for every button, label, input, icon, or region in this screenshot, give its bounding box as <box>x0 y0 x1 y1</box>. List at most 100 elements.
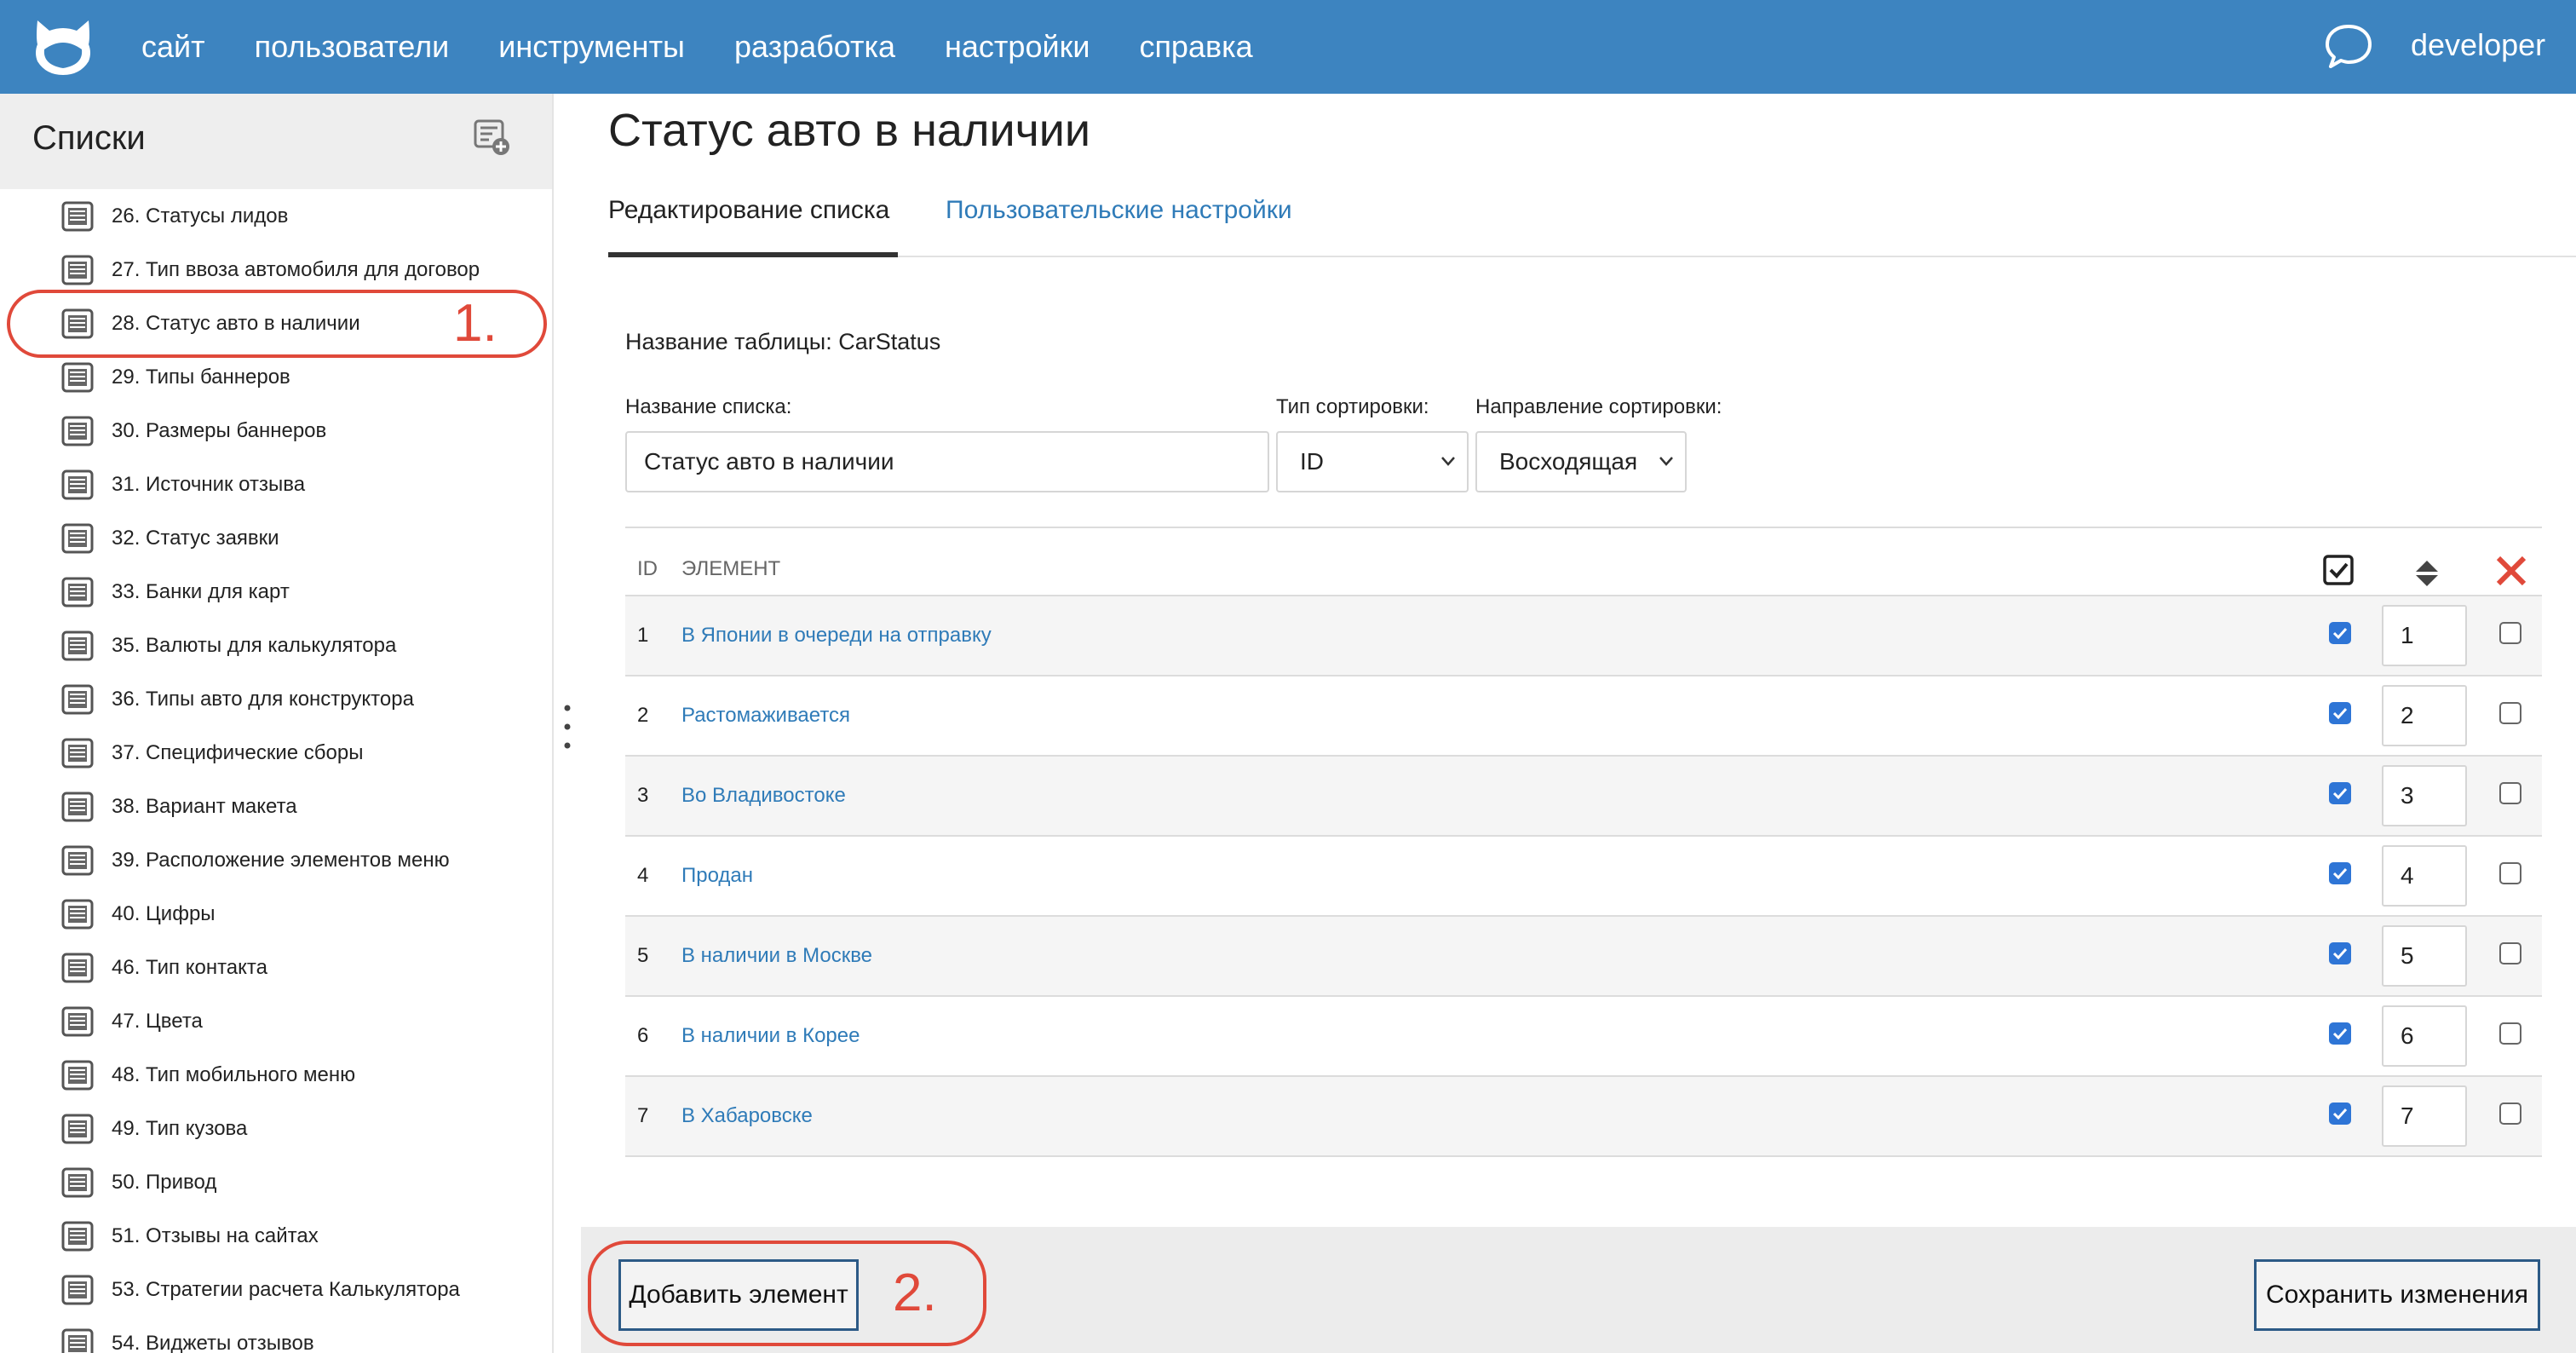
sidebar-list-item[interactable]: 26. Статусы лидов <box>0 189 552 243</box>
active-checkbox[interactable] <box>2329 942 2351 964</box>
sort-order-input[interactable]: 3 <box>2382 765 2467 826</box>
active-checkbox[interactable] <box>2329 702 2351 724</box>
sidebar-list-item[interactable]: 32. Статус заявки <box>0 511 552 565</box>
row-id: 3 <box>637 784 649 807</box>
sort-order-input[interactable]: 1 <box>2382 605 2467 666</box>
save-changes-button[interactable]: Сохранить изменения <box>2254 1259 2540 1331</box>
row-element-link[interactable]: Во Владивостоке <box>681 784 846 808</box>
sidebar-title: Списки <box>32 119 146 157</box>
active-checkbox[interactable] <box>2329 782 2351 804</box>
sidebar-item-label: 33. Банки для карт <box>112 580 290 603</box>
sidebar-list-item[interactable]: 37. Специфические сборы <box>0 726 552 780</box>
sidebar-list-item[interactable]: 50. Привод <box>0 1155 552 1209</box>
sort-arrows-icon[interactable] <box>2414 559 2440 588</box>
top-navbar: сайт пользователи инструменты разработка… <box>0 0 2576 94</box>
sort-type-select[interactable]: ID <box>1276 431 1469 492</box>
sidebar-list-item[interactable]: 48. Тип мобильного меню <box>0 1048 552 1102</box>
delete-x-icon[interactable] <box>2494 554 2528 588</box>
delete-checkbox[interactable] <box>2499 782 2521 804</box>
sidebar-list-item[interactable]: 38. Вариант макета <box>0 780 552 833</box>
delete-checkbox[interactable] <box>2499 942 2521 964</box>
sidebar-list-item[interactable]: 49. Тип кузова <box>0 1102 552 1155</box>
sidebar-item-label: 53. Стратегии расчета Калькулятора <box>112 1278 460 1301</box>
table-row: 4 Продан 4 <box>625 835 2542 915</box>
checkmark-icon <box>2332 1028 2348 1040</box>
delete-checkbox[interactable] <box>2499 702 2521 724</box>
row-element-link[interactable]: В Японии в очереди на отправку <box>681 624 992 648</box>
sidebar-list-item[interactable]: 30. Размеры баннеров <box>0 404 552 458</box>
list-icon <box>61 416 94 446</box>
list-icon <box>61 684 94 715</box>
row-id: 2 <box>637 704 649 727</box>
add-list-icon[interactable] <box>474 119 511 157</box>
sidebar-list-item[interactable]: 51. Отзывы на сайтах <box>0 1209 552 1263</box>
nav-item-site[interactable]: сайт <box>141 29 205 65</box>
list-icon <box>61 1114 94 1144</box>
sidebar-list-item[interactable]: 33. Банки для карт <box>0 565 552 619</box>
list-name-label: Название списка: <box>625 395 792 418</box>
sidebar-item-label: 54. Виджеты отзывов <box>112 1332 314 1353</box>
tab-edit-list[interactable]: Редактирование списка <box>608 194 898 257</box>
tabs: Редактирование списка Пользовательские н… <box>608 194 2576 257</box>
sidebar-list-item[interactable]: 39. Расположение элементов меню <box>0 833 552 887</box>
tab-user-settings[interactable]: Пользовательские настройки <box>946 194 1292 257</box>
row-element-link[interactable]: В Хабаровске <box>681 1104 813 1128</box>
sort-order-input[interactable]: 5 <box>2382 925 2467 987</box>
sidebar-item-label: 38. Вариант макета <box>112 795 297 818</box>
sidebar-list-item[interactable]: 54. Виджеты отзывов <box>0 1316 552 1353</box>
column-header-element: ЭЛЕМЕНТ <box>681 557 781 580</box>
sort-order-input[interactable]: 4 <box>2382 845 2467 907</box>
delete-checkbox[interactable] <box>2499 622 2521 644</box>
row-element-link[interactable]: В наличии в Москве <box>681 944 872 968</box>
row-element-link[interactable]: В наличии в Корее <box>681 1024 860 1048</box>
row-element-link[interactable]: Растомаживается <box>681 704 850 728</box>
chevron-down-icon <box>1659 457 1673 466</box>
row-element-link[interactable]: Продан <box>681 864 753 888</box>
sidebar-list-item[interactable]: 47. Цвета <box>0 994 552 1048</box>
sidebar-item-label: 40. Цифры <box>112 902 216 925</box>
list-icon <box>61 577 94 607</box>
sidebar-list-item[interactable]: 31. Источник отзыва <box>0 458 552 511</box>
list-icon <box>61 255 94 285</box>
sort-order-input[interactable]: 2 <box>2382 685 2467 746</box>
sidebar-list-item[interactable]: 53. Стратегии расчета Калькулятора <box>0 1263 552 1316</box>
list-icon <box>61 845 94 876</box>
sidebar-list-item[interactable]: 29. Типы баннеров <box>0 350 552 404</box>
sidebar-item-label: 35. Валюты для калькулятора <box>112 634 397 657</box>
table-row: 7 В Хабаровске 7 <box>625 1075 2542 1155</box>
delete-checkbox[interactable] <box>2499 1103 2521 1125</box>
sidebar-list-item[interactable]: 36. Типы авто для конструктора <box>0 672 552 726</box>
sort-direction-select[interactable]: Восходящая <box>1475 431 1687 492</box>
list-name-input[interactable]: Статус авто в наличии <box>625 431 1269 492</box>
sidebar-list-item[interactable]: 27. Тип ввоза автомобиля для договор <box>0 243 552 297</box>
checkbox-checked-icon[interactable] <box>2322 554 2355 586</box>
nav-item-users[interactable]: пользователи <box>255 29 450 65</box>
sort-order-input[interactable]: 7 <box>2382 1085 2467 1147</box>
annotation-step-2: 2. <box>893 1264 937 1322</box>
sidebar-item-label: 27. Тип ввоза автомобиля для договор <box>112 258 480 281</box>
active-checkbox[interactable] <box>2329 1022 2351 1045</box>
list-icon <box>61 738 94 769</box>
sidebar-list-item[interactable]: 46. Тип контакта <box>0 941 552 994</box>
lists-sidebar: Списки 26. Статусы лидов 27. Тип ввоза ав… <box>0 94 554 1353</box>
cat-logo-icon[interactable] <box>31 15 95 78</box>
active-checkbox[interactable] <box>2329 622 2351 644</box>
list-icon <box>61 899 94 930</box>
list-icon <box>61 469 94 500</box>
nav-item-settings[interactable]: настройки <box>945 29 1090 65</box>
active-checkbox[interactable] <box>2329 862 2351 884</box>
sort-order-input[interactable]: 6 <box>2382 1005 2467 1067</box>
nav-item-development[interactable]: разработка <box>734 29 895 65</box>
nav-item-tools[interactable]: инструменты <box>498 29 685 65</box>
active-checkbox[interactable] <box>2329 1103 2351 1125</box>
sidebar-list-item[interactable]: 35. Валюты для калькулятора <box>0 619 552 672</box>
delete-checkbox[interactable] <box>2499 1022 2521 1045</box>
list-icon <box>61 523 94 554</box>
delete-checkbox[interactable] <box>2499 862 2521 884</box>
sidebar-item-label: 51. Отзывы на сайтах <box>112 1224 319 1247</box>
sidebar-list-item[interactable]: 40. Цифры <box>0 887 552 941</box>
drag-handle-icon[interactable] <box>564 704 571 750</box>
nav-item-help[interactable]: справка <box>1139 29 1252 65</box>
chat-bubble-icon[interactable] <box>2324 22 2373 70</box>
username[interactable]: developer <box>2411 27 2545 63</box>
